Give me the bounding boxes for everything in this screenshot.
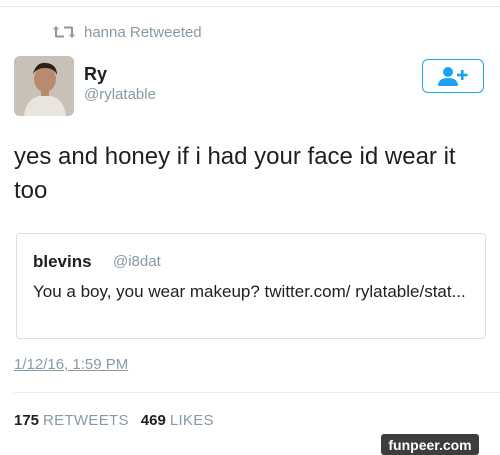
quoted-author-name: blevins xyxy=(33,252,92,271)
tweet-timestamp[interactable]: 1/12/16, 1:59 PM xyxy=(14,356,128,373)
like-label[interactable]: LIKES xyxy=(170,412,214,429)
quoted-tweet[interactable]: blevins @i8dat You a boy, you wear makeu… xyxy=(16,233,486,339)
avatar[interactable] xyxy=(14,56,74,116)
watermark: funpeer.com xyxy=(381,434,479,455)
tweet-text: yes and honey if i had your face id wear… xyxy=(14,143,456,204)
like-count[interactable]: 469 xyxy=(141,412,166,429)
author-handle[interactable]: @rylatable xyxy=(84,86,156,103)
retweet-icon xyxy=(53,26,75,38)
quoted-author-handle: @i8dat xyxy=(113,253,161,270)
top-divider xyxy=(0,6,500,7)
add-user-icon xyxy=(438,67,468,86)
stats-divider xyxy=(14,392,500,393)
follow-button[interactable] xyxy=(422,59,484,93)
author-name[interactable]: Ry xyxy=(84,64,107,85)
retweet-context: hanna Retweeted xyxy=(52,22,202,42)
tweet-stats: 175 RETWEETS 469 LIKES xyxy=(14,412,226,429)
retweet-label[interactable]: RETWEETS xyxy=(43,412,129,429)
retweet-count[interactable]: 175 xyxy=(14,412,39,429)
retweet-context-text: hanna Retweeted xyxy=(84,23,202,41)
quoted-tweet-text: You a boy, you wear makeup? twitter.com/… xyxy=(33,282,466,301)
avatar-photo xyxy=(14,56,74,116)
